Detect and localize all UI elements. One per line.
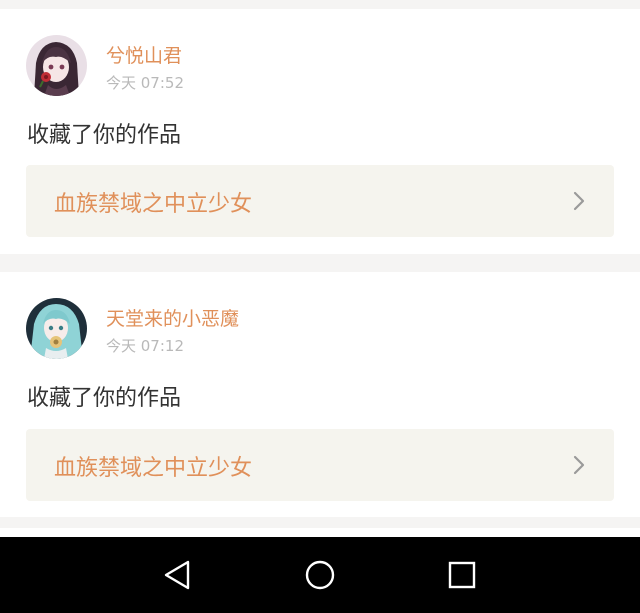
action-text: 收藏了你的作品 bbox=[27, 123, 182, 148]
username[interactable]: 兮悦山君 bbox=[106, 41, 182, 68]
work-title: 血族禁域之中立少女 bbox=[54, 456, 253, 481]
work-link[interactable]: 血族禁域之中立少女 bbox=[26, 429, 614, 501]
navigation-bar bbox=[0, 537, 640, 613]
username[interactable]: 天堂来的小恶魔 bbox=[106, 304, 239, 331]
user-avatar[interactable] bbox=[26, 298, 87, 359]
timestamp: 今天 07:52 bbox=[106, 74, 184, 92]
action-text: 收藏了你的作品 bbox=[27, 386, 182, 411]
work-title: 血族禁域之中立少女 bbox=[54, 192, 253, 217]
notification-card: 天堂来的小恶魔 今天 07:12 收藏了你的作品 血族禁域之中立少女 bbox=[0, 272, 640, 517]
notification-card bbox=[0, 528, 640, 537]
back-triangle-icon[interactable] bbox=[158, 557, 194, 593]
notification-feed: 兮悦山君 今天 07:52 收藏了你的作品 血族禁域之中立少女 天堂来的小恶魔 … bbox=[0, 0, 640, 537]
recents-square-icon[interactable] bbox=[444, 557, 480, 593]
work-link[interactable]: 血族禁域之中立少女 bbox=[26, 165, 614, 237]
home-circle-icon[interactable] bbox=[302, 557, 338, 593]
user-avatar[interactable] bbox=[26, 35, 87, 96]
notification-card: 兮悦山君 今天 07:52 收藏了你的作品 血族禁域之中立少女 bbox=[0, 9, 640, 254]
timestamp: 今天 07:12 bbox=[106, 337, 184, 355]
chevron-right-icon bbox=[573, 455, 585, 475]
anime-girl-avatar-icon bbox=[26, 35, 87, 96]
anime-miku-avatar-icon bbox=[26, 298, 87, 359]
chevron-right-icon bbox=[573, 191, 585, 211]
